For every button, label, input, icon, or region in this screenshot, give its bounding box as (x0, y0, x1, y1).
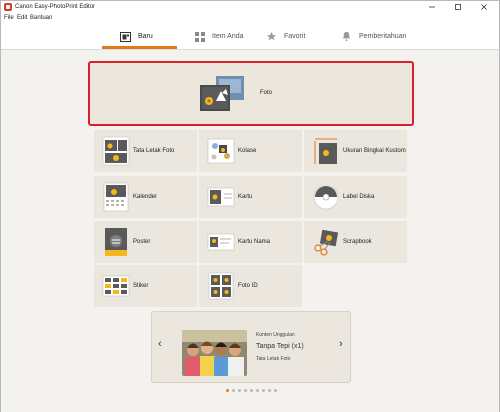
foto-featured-card[interactable]: Foto (88, 61, 414, 126)
carousel-dot[interactable] (250, 389, 253, 392)
carousel-dot[interactable] (244, 389, 247, 392)
tab-notifications[interactable]: Pemberitahuan (341, 23, 406, 50)
business-card-icon (207, 233, 235, 251)
tab-your-items-label: Item Anda (212, 33, 244, 40)
carousel-dot[interactable] (226, 389, 229, 392)
carousel-pagination (226, 389, 277, 393)
tile-photo-layout-label: Tata Letak Foto (133, 148, 175, 154)
tile-sticker-label: Stiker (133, 283, 149, 289)
menu-edit[interactable]: Edit (17, 14, 27, 22)
tile-disc-label-label: Label Diska (343, 194, 375, 200)
carousel-dot[interactable] (262, 389, 265, 392)
new-layout-icon (120, 31, 131, 42)
tile-calendar[interactable]: Kalender (94, 176, 197, 218)
bell-icon (341, 31, 352, 42)
id-photo-icon (208, 272, 234, 300)
calendar-icon (103, 182, 129, 212)
foto-label: Foto (260, 90, 273, 96)
main-content: Foto Tata Letak Foto Kolase Ukuran Bingk… (1, 50, 499, 412)
star-icon (266, 31, 277, 42)
photo-layout-icon (102, 136, 130, 166)
minimize-icon (429, 6, 435, 8)
tile-custom-frame-size[interactable]: Ukuran Bingkai Kustom (304, 130, 407, 172)
banner-photo (182, 330, 247, 376)
tile-id-photo[interactable]: Foto ID (199, 265, 302, 307)
tile-custom-frame-size-label: Ukuran Bingkai Kustom (343, 148, 406, 154)
tile-scrapbook-label: Scrapbook (343, 239, 372, 245)
card-icon (207, 187, 235, 207)
sticker-icon (102, 275, 130, 297)
featured-content-banner[interactable]: ‹ Konten Unggulan Tanpa Tepi (x1) Tata L (151, 311, 351, 383)
kids-photo-image (182, 330, 247, 376)
menu-help[interactable]: Bantuan (30, 14, 52, 22)
tile-collage-label: Kolase (238, 148, 257, 154)
window-title: Canon Easy-PhotoPrint Editor (15, 4, 96, 10)
app-window: Canon Easy-PhotoPrint Editor File Edit B… (0, 0, 500, 412)
banner-subtitle: Konten Unggulan (256, 332, 295, 338)
banner-category: Tata Letak Foto (256, 356, 291, 362)
carousel-dot[interactable] (274, 389, 277, 392)
disc-label-icon (313, 184, 339, 210)
carousel-dot[interactable] (238, 389, 241, 392)
photo-icon (200, 76, 244, 111)
tile-card[interactable]: Kartu (199, 176, 302, 218)
maximize-button[interactable] (445, 1, 471, 13)
tab-notifications-label: Pemberitahuan (359, 33, 407, 40)
poster-icon (105, 228, 127, 256)
tab-new-label: Baru (138, 33, 153, 40)
maximize-icon (455, 4, 461, 10)
tab-bar: Baru Item Anda Favorit Pemberitahuan (1, 23, 499, 50)
minimize-button[interactable] (419, 1, 445, 13)
tile-poster-label: Poster (133, 239, 151, 245)
collage-icon (207, 138, 235, 164)
tab-favorites-label: Favorit (284, 33, 306, 40)
tile-disc-label[interactable]: Label Diska (304, 176, 407, 218)
tile-calendar-label: Kalender (133, 194, 158, 200)
tile-business-card-label: Kartu Nama (238, 239, 271, 245)
active-tab-indicator (102, 46, 177, 49)
scrapbook-icon (314, 229, 339, 256)
tab-your-items[interactable]: Item Anda (194, 23, 244, 50)
banner-title: Tanpa Tepi (x1) (256, 343, 304, 350)
tile-card-label: Kartu (238, 194, 253, 200)
tile-photo-layout[interactable]: Tata Letak Foto (94, 130, 197, 172)
grid-icon (194, 31, 205, 42)
tile-collage[interactable]: Kolase (199, 130, 302, 172)
menu-bar: File Edit Bantuan (1, 13, 499, 23)
tab-favorites[interactable]: Favorit (266, 23, 305, 50)
close-icon (481, 4, 487, 10)
app-logo-icon (4, 3, 12, 11)
tile-id-photo-label: Foto ID (238, 283, 258, 289)
tile-business-card[interactable]: Kartu Nama (199, 221, 302, 263)
custom-frame-size-icon (314, 138, 337, 164)
carousel-dot[interactable] (268, 389, 271, 392)
menu-file[interactable]: File (4, 14, 14, 22)
carousel-dot[interactable] (232, 389, 235, 392)
tile-scrapbook[interactable]: Scrapbook (304, 221, 407, 263)
tile-poster[interactable]: Poster (94, 221, 197, 263)
banner-next-button[interactable]: › (339, 337, 343, 351)
banner-prev-button[interactable]: ‹ (158, 337, 162, 351)
close-button[interactable] (471, 1, 497, 13)
carousel-dot[interactable] (256, 389, 259, 392)
title-bar: Canon Easy-PhotoPrint Editor (1, 1, 499, 13)
tile-sticker[interactable]: Stiker (94, 265, 197, 307)
